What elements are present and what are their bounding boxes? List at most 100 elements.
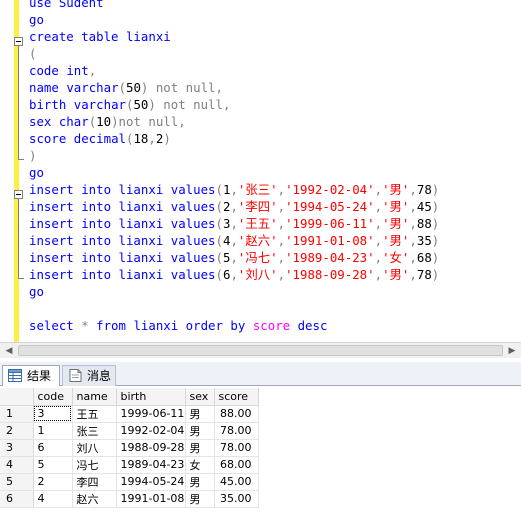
- cell-name[interactable]: 赵六: [72, 490, 117, 508]
- code-token: *: [81, 318, 97, 333]
- cell-code[interactable]: 4: [33, 490, 73, 508]
- code-token: (: [29, 46, 37, 61]
- row-header-corner[interactable]: [0, 388, 34, 406]
- cell-score[interactable]: 45.00: [214, 473, 259, 491]
- table-row[interactable]: 5 2 李四 1994-05-24 男 45.00: [0, 473, 259, 491]
- code-line[interactable]: [29, 300, 439, 317]
- cell-code[interactable]: 5: [33, 456, 73, 474]
- code-line[interactable]: use Sudent: [29, 0, 439, 11]
- row-number[interactable]: 2: [0, 422, 34, 440]
- code-line[interactable]: insert into lianxi values(6,'刘八','1988-0…: [29, 266, 439, 283]
- cell-score[interactable]: 88.00: [214, 405, 259, 423]
- cell-score[interactable]: 68.00: [214, 456, 259, 474]
- cell-birth[interactable]: 1989-04-23: [116, 456, 186, 474]
- scroll-left-arrow-icon[interactable]: ◀: [1, 344, 17, 358]
- code-token: 10: [96, 114, 112, 129]
- cell-name[interactable]: 张三: [72, 422, 117, 440]
- code-token: ,: [374, 182, 383, 197]
- cell-birth[interactable]: 1999-06-11: [116, 405, 186, 423]
- code-line[interactable]: insert into lianxi values(4,'赵六','1991-0…: [29, 232, 439, 249]
- row-number[interactable]: 4: [0, 456, 34, 474]
- tab-messages[interactable]: 消息: [62, 365, 116, 386]
- row-number[interactable]: 5: [0, 473, 34, 491]
- cell-code[interactable]: 2: [33, 473, 73, 491]
- scroll-thumb[interactable]: [18, 345, 503, 356]
- code-line[interactable]: (: [29, 45, 439, 62]
- code-line[interactable]: name varchar(50) not null,: [29, 79, 439, 96]
- column-header-score[interactable]: score: [214, 388, 259, 406]
- cell-code[interactable]: 1: [33, 422, 73, 440]
- cell-sex[interactable]: 男: [185, 473, 215, 491]
- code-line[interactable]: birth varchar(50) not null,: [29, 96, 439, 113]
- cell-birth[interactable]: 1992-02-04: [116, 422, 186, 440]
- scroll-right-arrow-icon[interactable]: ▶: [504, 344, 520, 358]
- cell-score[interactable]: 35.00: [214, 490, 259, 508]
- code-line[interactable]: ): [29, 147, 439, 164]
- code-token: '冯七': [237, 250, 278, 265]
- column-header-sex[interactable]: sex: [185, 388, 215, 406]
- code-token: ,: [409, 233, 417, 248]
- cell-sex[interactable]: 男: [185, 405, 215, 423]
- code-token: ,: [409, 182, 417, 197]
- code-token: ,: [374, 199, 383, 214]
- row-number[interactable]: 3: [0, 439, 34, 457]
- code-line[interactable]: go: [29, 11, 439, 28]
- table-row[interactable]: 4 5 冯七 1989-04-23 女 68.00: [0, 456, 259, 474]
- collapse-insert-icon[interactable]: [14, 190, 23, 199]
- cell-sex[interactable]: 女: [185, 456, 215, 474]
- cell-score[interactable]: 78.00: [214, 422, 259, 440]
- code-line[interactable]: score decimal(18,2): [29, 130, 439, 147]
- table-row[interactable]: 1 3 王五 1999-06-11 男 88.00: [0, 405, 259, 423]
- column-header-code[interactable]: code: [33, 388, 73, 406]
- cell-name[interactable]: 王五: [72, 405, 117, 423]
- code-line[interactable]: create table lianxi: [29, 28, 439, 45]
- cell-sex[interactable]: 男: [185, 422, 215, 440]
- editor-horizontal-scrollbar[interactable]: ◀ ▶: [0, 342, 521, 358]
- results-tab-bar: 结果 消息: [0, 362, 521, 386]
- row-number[interactable]: 6: [0, 490, 34, 508]
- cell-birth[interactable]: 1988-09-28: [116, 439, 186, 457]
- code-token: go: [29, 284, 44, 299]
- tab-results[interactable]: 结果: [2, 365, 60, 386]
- code-line[interactable]: go: [29, 164, 439, 181]
- cell-score[interactable]: 78.00: [214, 439, 259, 457]
- cell-code[interactable]: 3: [33, 405, 73, 423]
- code-token: 88: [416, 216, 432, 231]
- code-text[interactable]: use Sudent go create table lianxi(code int…: [29, 0, 439, 334]
- cell-sex[interactable]: 男: [185, 439, 215, 457]
- cell-name[interactable]: 冯七: [72, 456, 117, 474]
- code-token: ,: [277, 216, 286, 231]
- code-token: (: [215, 182, 223, 197]
- table-row[interactable]: 6 4 赵六 1991-01-08 男 35.00: [0, 490, 259, 508]
- code-token: insert into lianxi values: [29, 216, 216, 231]
- cell-code[interactable]: 6: [33, 439, 73, 457]
- cell-name[interactable]: 刘八: [72, 439, 117, 457]
- table-row[interactable]: 2 1 张三 1992-02-04 男 78.00: [0, 422, 259, 440]
- code-token: 78: [416, 267, 432, 282]
- code-token: '男': [382, 267, 410, 282]
- cell-name[interactable]: 李四: [72, 473, 117, 491]
- cell-birth[interactable]: 1994-05-24: [116, 473, 186, 491]
- sql-editor[interactable]: use Sudent go create table lianxi(code int…: [0, 0, 521, 342]
- code-line[interactable]: sex char(10)not null,: [29, 113, 439, 130]
- code-line[interactable]: insert into lianxi values(5,'冯七','1989-0…: [29, 249, 439, 266]
- outline-end-tick: [18, 159, 24, 160]
- code-token: int: [66, 63, 89, 78]
- collapse-create-table-icon[interactable]: [14, 37, 23, 46]
- results-grid[interactable]: code name birth sex score 1 3 王五 1999-06-11…: [0, 388, 521, 532]
- cell-birth[interactable]: 1991-01-08: [116, 490, 186, 508]
- code-token: 68: [416, 250, 432, 265]
- code-line[interactable]: insert into lianxi values(3,'王五','1999-0…: [29, 215, 439, 232]
- code-line[interactable]: select * from lianxi order by score desc: [29, 317, 439, 334]
- code-line[interactable]: go: [29, 283, 439, 300]
- code-line[interactable]: code int,: [29, 62, 439, 79]
- code-line[interactable]: insert into lianxi values(1,'张三','1992-0…: [29, 181, 439, 198]
- code-token: desc: [297, 318, 328, 333]
- table-row[interactable]: 3 6 刘八 1988-09-28 男 78.00: [0, 439, 259, 457]
- code-token: '女': [382, 250, 410, 265]
- column-header-name[interactable]: name: [72, 388, 117, 406]
- cell-sex[interactable]: 男: [185, 490, 215, 508]
- row-number[interactable]: 1: [0, 405, 34, 423]
- column-header-birth[interactable]: birth: [116, 388, 186, 406]
- code-line[interactable]: insert into lianxi values(2,'李四','1994-0…: [29, 198, 439, 215]
